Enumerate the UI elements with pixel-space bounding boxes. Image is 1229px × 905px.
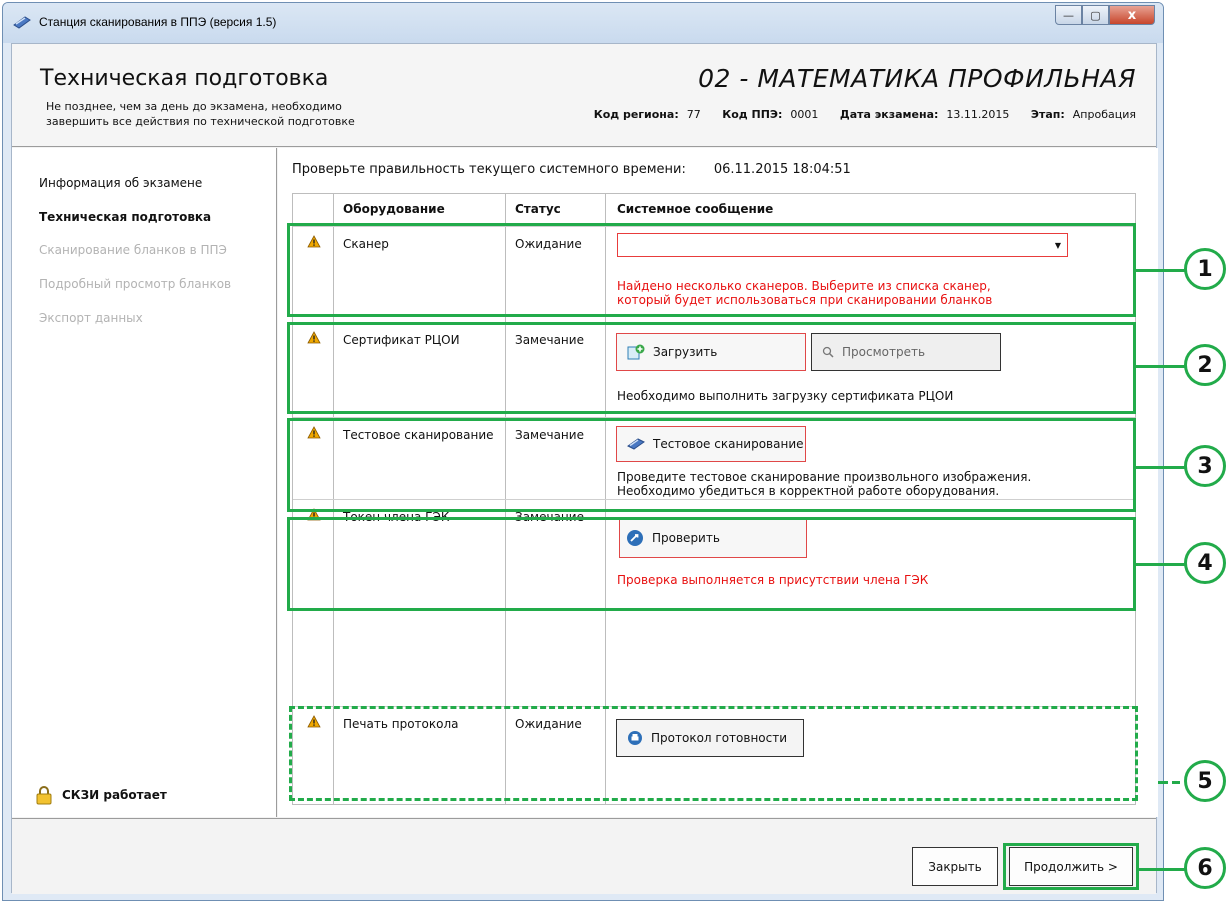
skzi-status-text: СКЗИ работает — [62, 788, 167, 802]
maximize-button[interactable]: ▢ — [1082, 5, 1109, 25]
system-time-row: Проверьте правильность текущего системно… — [292, 162, 851, 177]
date-value: 13.11.2015 — [946, 108, 1010, 121]
sidebar-item-exam-info[interactable]: Информация об экзамене — [39, 176, 202, 190]
sidebar-item-scanning: Сканирование бланков в ППЭ — [39, 243, 227, 257]
ppe-label: Код ППЭ: — [722, 108, 783, 121]
callout-3: 3 — [1184, 445, 1226, 487]
screenshot-page: Станция сканирования в ППЭ (версия 1.5) … — [0, 0, 1229, 905]
ppe-value: 0001 — [790, 108, 819, 121]
column-header-status: Статус — [515, 202, 561, 216]
annotation-box-protocol — [289, 706, 1138, 801]
close-window-button[interactable]: x — [1109, 5, 1155, 25]
window-title: Станция сканирования в ППЭ (версия 1.5) — [39, 15, 277, 29]
column-header-equipment: Оборудование — [343, 202, 445, 216]
region-label: Код региона: — [593, 108, 679, 121]
scanner-app-icon — [13, 16, 31, 29]
minimize-button[interactable]: — — [1055, 5, 1082, 25]
annotation-box-continue — [1003, 843, 1139, 890]
callout-5: 5 — [1184, 760, 1226, 802]
callout-2: 2 — [1184, 344, 1226, 386]
annotation-box-certificate — [287, 322, 1136, 414]
annotation-box-token — [287, 517, 1136, 611]
stage-value: Апробация — [1072, 108, 1136, 121]
date-label: Дата экзамена: — [839, 108, 939, 121]
page-title: Техническая подготовка — [40, 66, 329, 91]
sidebar-item-detailed-view: Подробный просмотр бланков — [39, 277, 232, 291]
exam-meta: Код региона: 77 Код ППЭ: 0001 Дата экзамен… — [594, 108, 1136, 121]
sidebar-item-export: Экспорт данных — [39, 311, 143, 325]
skzi-status: СКЗИ работает — [36, 785, 167, 805]
sidebar: Информация об экзамене Техническая подго… — [12, 148, 277, 817]
lock-icon — [36, 786, 52, 805]
title-bar: Станция сканирования в ППЭ (версия 1.5) … — [3, 3, 1163, 43]
callout-4: 4 — [1184, 542, 1226, 584]
column-header-message: Системное сообщение — [617, 202, 774, 216]
annotation-box-scanner — [287, 223, 1136, 317]
region-value: 77 — [686, 108, 701, 121]
annotation-box-test-scan — [287, 418, 1136, 512]
callout-1: 1 — [1184, 248, 1226, 290]
close-button[interactable]: Закрыть — [912, 847, 998, 886]
footer-bar: Закрыть Продолжить > — [12, 818, 1156, 894]
system-time-value: 06.11.2015 18:04:51 — [713, 162, 851, 177]
page-header: Техническая подготовка Не позднее, чем з… — [12, 44, 1156, 147]
exam-subject: 02 - МАТЕМАТИКА ПРОФИЛЬНАЯ — [698, 64, 1136, 93]
system-time-label: Проверьте правильность текущего системно… — [292, 162, 686, 177]
callout-6: 6 — [1184, 847, 1226, 889]
stage-label: Этап: — [1030, 108, 1065, 121]
page-subtitle: Не позднее, чем за день до экзамена, нео… — [46, 100, 355, 128]
sidebar-item-tech-prep[interactable]: Техническая подготовка — [39, 210, 211, 224]
